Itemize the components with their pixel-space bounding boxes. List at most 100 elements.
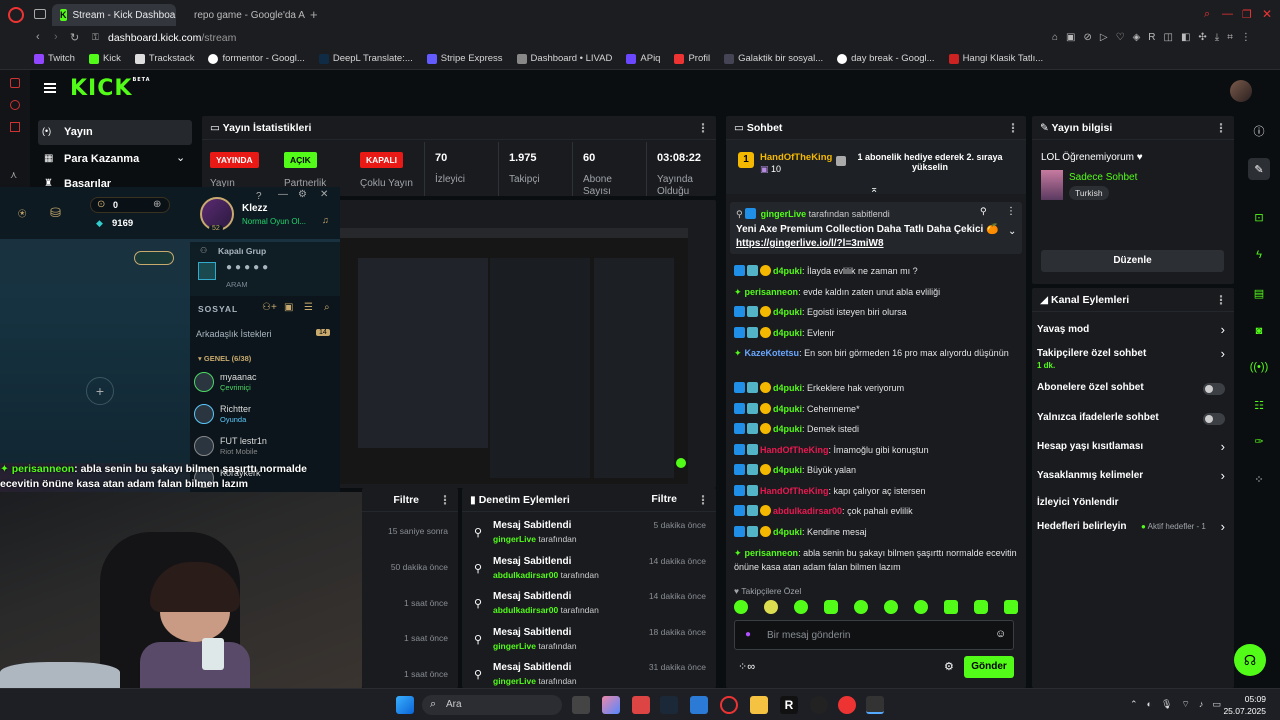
chat-input[interactable]: ● Bir mesaj gönderin ☺	[734, 620, 1014, 650]
chat-message[interactable]: d4puki: Kendine mesaj	[734, 525, 1018, 539]
chat-bubble-icon[interactable]: ◙	[1248, 320, 1270, 342]
windows-start-icon[interactable]	[396, 696, 414, 714]
minimize-icon[interactable]: —	[1222, 8, 1233, 20]
rockstar-icon[interactable]: R	[780, 696, 798, 714]
app-icon[interactable]	[690, 696, 708, 714]
clock[interactable]: 05:09 25.07.2025	[1218, 693, 1266, 717]
bookmark-tatli[interactable]: Hangi Klasik Tatlı...	[948, 53, 1043, 64]
menu-icon[interactable]: ⋮	[1241, 32, 1251, 43]
bookmark-galaktik[interactable]: Galaktik bir sosyal...	[724, 53, 823, 64]
bookmark-profil[interactable]: Profil	[674, 53, 710, 64]
emote-icon[interactable]	[884, 600, 898, 614]
opera-logo-icon[interactable]	[8, 7, 24, 23]
party-toggle[interactable]	[134, 251, 174, 265]
channel-action-row[interactable]: Hesap yaşı kısıtlaması ›	[1037, 437, 1227, 459]
category-link[interactable]: Sadece Sohbet	[1069, 172, 1137, 183]
chat-settings-link-icon[interactable]: ⁘∞	[738, 660, 755, 673]
support-button[interactable]: ☊	[1234, 644, 1266, 676]
maximize-icon[interactable]: ❐	[1242, 8, 1252, 21]
pin-extension-icon[interactable]: ⌂	[1052, 32, 1058, 43]
more-options-icon[interactable]: ⋮	[439, 493, 451, 507]
moderation-item[interactable]: ⚲ Mesaj Sabitlendi abdulkadirsar00 tarafın…	[462, 554, 716, 588]
steam-icon[interactable]	[660, 696, 678, 714]
more-options-icon[interactable]: ⋮	[697, 493, 709, 507]
emote-icon[interactable]	[944, 600, 958, 614]
chat-username[interactable]: HandOfTheKing	[760, 445, 829, 455]
bookmark-apiq[interactable]: APiq	[626, 53, 660, 64]
emote-icon[interactable]	[1004, 600, 1018, 614]
app-icon[interactable]	[632, 696, 650, 714]
more-options-icon[interactable]: ⋮	[1007, 121, 1019, 135]
filter-button[interactable]: Filtre	[393, 494, 419, 506]
sidebar-item-yayin[interactable]: (•) Yayın	[38, 120, 192, 145]
task-view-icon[interactable]	[572, 696, 590, 714]
riot-points[interactable]: ⊙ 0 ⊕	[90, 197, 170, 213]
chat-username[interactable]: d4puki	[773, 307, 802, 317]
chat-message[interactable]: d4puki: Cehenneme*	[734, 402, 1018, 416]
tools-icon[interactable]: ✑	[1248, 430, 1270, 452]
sidebar-item-basarilar[interactable]: ♜ Başarılar	[38, 174, 192, 188]
chat-username[interactable]: d4puki	[773, 383, 802, 393]
reload-icon[interactable]: ↻	[70, 31, 79, 44]
bookmark-stripe[interactable]: Stripe Express	[426, 53, 503, 64]
expand-chevron-icon[interactable]: ⌅	[870, 184, 878, 195]
mod-action-user[interactable]: gingerLive	[493, 534, 536, 544]
lightning-icon[interactable]: ϟ	[1248, 244, 1270, 266]
mod-action-user[interactable]: abdulkadirsar00	[493, 605, 558, 615]
chat-message[interactable]: HandOfTheKing: İmamoğlu gibi konuştun	[734, 443, 1018, 457]
loot-icon[interactable]: ⛁	[50, 205, 61, 221]
chat-message[interactable]: d4puki: Demek istedi	[734, 422, 1018, 436]
settings-icon[interactable]: ⚙	[298, 189, 307, 200]
friend-requests-link[interactable]: Arkadaşlık İstekleri	[196, 329, 272, 339]
chat-message[interactable]: abdulkadirsar00: çok pahalı evlilik	[734, 504, 1018, 518]
more-options-icon[interactable]: ⋮	[1215, 293, 1227, 307]
chat-message[interactable]: d4puki: İlayda evlilik ne zaman mı ?	[734, 264, 1018, 278]
chat-message[interactable]: ✦ perisanneon: abla senin bu şakayı bilme…	[734, 546, 1018, 574]
filter-button[interactable]: Filtre	[651, 493, 677, 507]
bookmark-formentor[interactable]: formentor - Googl...	[208, 53, 305, 64]
chat-message[interactable]: HandOfTheKing: kapı çalıyor aç istersen	[734, 484, 1018, 498]
add-rp-icon[interactable]: ⊕	[153, 199, 161, 210]
sidebar-app-icon[interactable]: ⋏	[10, 170, 17, 181]
moderation-item[interactable]: ⚲ Mesaj Sabitlendi abdulkadirsar00 tarafın…	[462, 589, 716, 623]
microphone-icon[interactable]: 🎙	[1161, 699, 1172, 710]
obs-icon[interactable]	[810, 696, 828, 714]
search-icon[interactable]: ⌕	[324, 302, 330, 313]
list-icon[interactable]: ☰	[304, 302, 313, 313]
chat-username[interactable]: perisanneon	[745, 287, 799, 297]
close-icon[interactable]: ✕	[320, 189, 328, 200]
microphone-icon[interactable]: ●	[745, 629, 751, 640]
tag-chip[interactable]: Turkish	[1069, 186, 1109, 200]
minimize-icon[interactable]: —	[278, 189, 288, 200]
emote-icon[interactable]	[854, 600, 868, 614]
more-options-icon[interactable]: ⋮	[1006, 206, 1016, 217]
mod-action-user[interactable]: gingerLive	[493, 676, 536, 686]
bookmark-twitch[interactable]: Twitch	[34, 53, 75, 64]
volume-icon[interactable]: ♪	[1199, 699, 1204, 710]
mod-action-user[interactable]: abdulkadirsar00	[493, 570, 558, 580]
emote-icon[interactable]	[794, 600, 808, 614]
chat-message[interactable]: d4puki: Büyük yalan	[734, 463, 1018, 477]
tray-app-icon[interactable]: ◐	[1147, 699, 1152, 710]
channel-action-row[interactable]: Takipçilere özel sohbet 1 dk. ›	[1037, 344, 1227, 370]
info-icon[interactable]: ⓘ	[1248, 120, 1270, 142]
tab-google-search[interactable]: repo game - Google'da A	[180, 4, 310, 26]
chat-message[interactable]: d4puki: Evlenir	[734, 326, 1018, 340]
screenshot-icon[interactable]: ▣	[1066, 32, 1075, 43]
stream-preview-video[interactable]	[338, 228, 688, 484]
more-options-icon[interactable]: ⋮	[697, 121, 709, 135]
extension-icon[interactable]: ◈	[1133, 32, 1141, 43]
sidebar-app-icon[interactable]	[10, 122, 20, 132]
channel-action-row[interactable]: Yavaş mod ›	[1037, 320, 1227, 342]
search-tabs-icon[interactable]: ⌕	[1204, 8, 1210, 21]
taskbar-search[interactable]: ⌕ Ara	[422, 695, 562, 715]
emote-icon[interactable]	[734, 600, 748, 614]
more-options-icon[interactable]: ⋮	[1215, 121, 1227, 135]
bookmark-livad[interactable]: Dashboard • LIVAD	[516, 53, 612, 64]
extension-icon[interactable]: ◫	[1164, 32, 1173, 43]
moderation-item[interactable]: ⚲ Mesaj Sabitlendi gingerLive tarafından 18…	[462, 625, 716, 659]
chat-username[interactable]: KazeKotetsu	[745, 348, 800, 358]
tray-chevron-icon[interactable]: ⌃	[1130, 699, 1138, 710]
app-icon[interactable]	[838, 696, 856, 714]
pinned-link[interactable]: https://gingerlive.io/l/?l=3miW8	[736, 238, 884, 249]
